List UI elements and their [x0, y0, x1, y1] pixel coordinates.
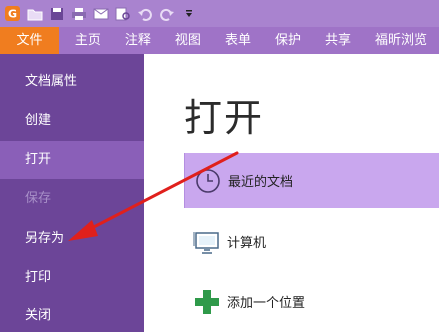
email-icon[interactable] [92, 5, 109, 22]
print-preview-icon[interactable] [114, 5, 131, 22]
tab-foxit-browse[interactable]: 福昕浏览 [363, 27, 439, 54]
page-title: 打开 [184, 96, 265, 140]
tab-home[interactable]: 主页 [59, 27, 113, 54]
save-icon[interactable] [48, 5, 65, 22]
backstage-nav: 文档属性 创建 打开 保存 另存为 打印 关闭 [0, 54, 144, 332]
option-recent-documents[interactable]: 最近的文档 [184, 153, 439, 208]
nav-item-print[interactable]: 打印 [0, 259, 144, 297]
app-logo-icon[interactable]: G [4, 5, 21, 22]
undo-icon[interactable] [136, 5, 153, 22]
backstage-main: 打开 最近的文档 计算机 添加一个位置 [144, 54, 439, 332]
option-recent-label: 最近的文档 [228, 175, 294, 190]
tab-share[interactable]: 共享 [313, 27, 363, 54]
nav-item-save-as[interactable]: 另存为 [0, 220, 144, 258]
plus-icon [187, 282, 227, 322]
computer-icon [187, 222, 227, 262]
option-add-place[interactable]: 添加一个位置 [184, 274, 439, 329]
nav-item-create[interactable]: 创建 [0, 102, 144, 140]
svg-text:G: G [8, 8, 17, 21]
nav-item-close[interactable]: 关闭 [0, 297, 144, 335]
nav-item-document-properties[interactable]: 文档属性 [0, 63, 144, 101]
tab-view[interactable]: 视图 [163, 27, 213, 54]
tab-protect[interactable]: 保护 [263, 27, 313, 54]
redo-icon[interactable] [158, 5, 175, 22]
open-folder-icon[interactable] [26, 5, 43, 22]
clock-icon [188, 161, 228, 201]
option-add-place-label: 添加一个位置 [227, 296, 306, 311]
nav-item-save[interactable]: 保存 [0, 180, 144, 218]
tab-form[interactable]: 表单 [213, 27, 263, 54]
option-computer[interactable]: 计算机 [184, 214, 439, 269]
quick-access-toolbar: G [0, 0, 439, 27]
print-icon[interactable] [70, 5, 87, 22]
nav-item-open[interactable]: 打开 [0, 141, 144, 179]
customize-dropdown-icon[interactable] [180, 5, 197, 22]
option-computer-label: 计算机 [227, 236, 267, 251]
tab-comment[interactable]: 注释 [113, 27, 163, 54]
ribbon-tabs: 文件 主页 注释 视图 表单 保护 共享 福昕浏览 [0, 27, 439, 54]
tab-file[interactable]: 文件 [0, 27, 59, 54]
